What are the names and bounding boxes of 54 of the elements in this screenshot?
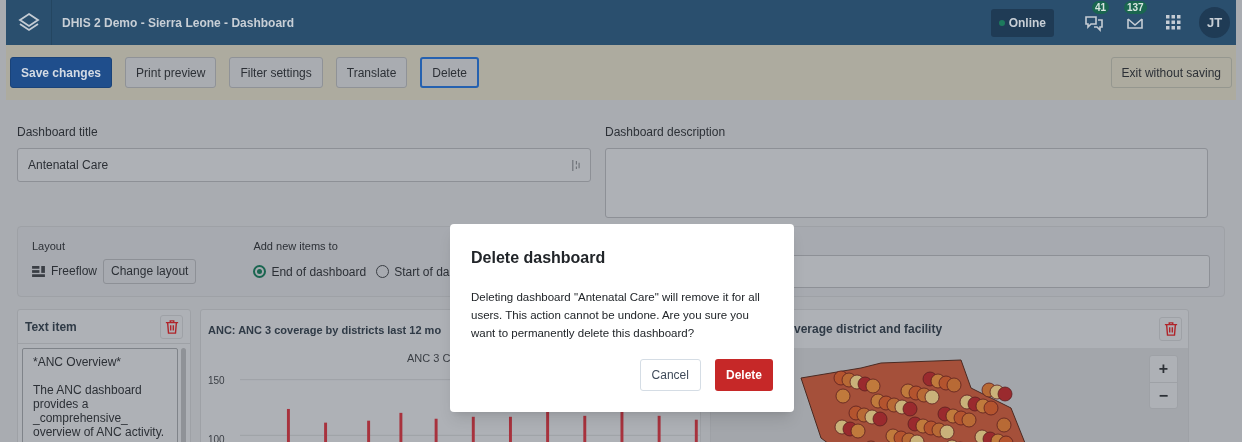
dialog-title: Delete dashboard <box>471 248 607 268</box>
chart-subtitle: ANC 3 C <box>407 351 451 366</box>
toolbar-button[interactable]: Translate <box>335 57 408 88</box>
chart-bar <box>583 415 587 442</box>
title-input[interactable]: Antenatal Care <box>17 148 591 182</box>
apps-grid-icon[interactable] <box>1166 15 1181 30</box>
delete-item-button[interactable] <box>160 314 183 339</box>
text-item-field[interactable]: *ANC Overview* The ANC dashboard provides a _comprehensive_ overview of ANC activity. <box>22 348 179 442</box>
chart-bar <box>434 418 438 442</box>
layout-value: Freeflow <box>51 263 97 280</box>
confirm-delete-button[interactable]: Delete <box>714 359 773 391</box>
item-title: verage district and facility <box>793 321 943 338</box>
field-label: Layout <box>32 239 67 254</box>
chart-bar <box>472 416 476 442</box>
axis-label: 150 <box>208 373 226 388</box>
dialog-message: Deleting dashboard "Antenatal Care" will remove it for all users. This action cannot be undone. Are you sure you want to permanently delete this dashboard? <box>471 290 761 341</box>
trash-icon <box>164 318 179 335</box>
translate-icon[interactable] <box>571 158 580 172</box>
cancel-button[interactable]: Cancel <box>639 359 701 391</box>
field-label: Dashboard description <box>605 124 727 141</box>
toolbar-button[interactable]: Save changes <box>10 57 113 88</box>
chart-bar <box>657 415 661 442</box>
zoom-in-button[interactable]: + <box>1150 356 1177 382</box>
chart-bar <box>620 410 624 442</box>
app-title: DHIS 2 Demo - Sierra Leone - Dashboard <box>62 14 295 32</box>
item-title: Text item <box>25 318 77 336</box>
zoom-out-button[interactable]: − <box>1150 382 1177 408</box>
trash-icon <box>1163 321 1178 337</box>
chart-bar <box>287 408 291 442</box>
radio-button[interactable] <box>253 265 267 278</box>
exit-button[interactable]: Exit without saving <box>1110 57 1232 88</box>
chart-bar <box>509 416 513 442</box>
item-title: ANC: ANC 3 coverage by districts last 12 mo <box>208 322 442 338</box>
delete-item-button[interactable] <box>1159 317 1182 341</box>
toolbar-button[interactable]: Print preview <box>125 57 217 88</box>
scrollbar[interactable] <box>181 348 186 442</box>
chart-bar <box>367 420 371 442</box>
chart-bar <box>695 419 699 442</box>
radio-option[interactable]: End of dashboard <box>253 262 367 281</box>
axis-label: 100 <box>208 432 226 442</box>
toolbar-button[interactable]: Delete <box>420 57 480 88</box>
field-label: Add new items to <box>253 239 339 254</box>
field-label: Dashboard title <box>17 124 99 141</box>
online-status: Online <box>990 8 1054 37</box>
chart-bar <box>399 412 403 442</box>
description-input[interactable] <box>605 148 1208 218</box>
user-avatar[interactable]: JT <box>1199 7 1230 38</box>
change-layout-button[interactable]: Change layout <box>103 258 197 284</box>
count-badge: 41 <box>1092 0 1110 14</box>
radio-option[interactable]: Start of da <box>376 262 450 281</box>
count-badge: 137 <box>1124 0 1147 14</box>
layout-icon <box>32 265 45 277</box>
chart-bar <box>324 422 328 442</box>
toolbar-button[interactable]: Filter settings <box>229 57 323 88</box>
